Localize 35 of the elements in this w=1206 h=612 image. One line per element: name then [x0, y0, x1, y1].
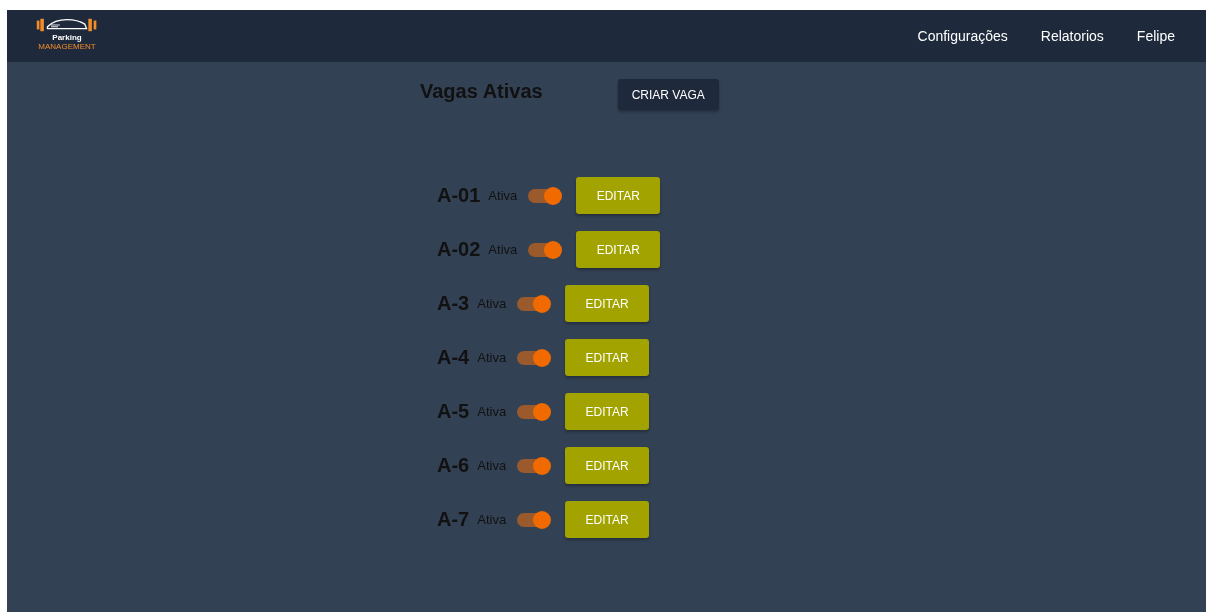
toggle-switch[interactable]	[517, 350, 550, 365]
status-label: Ativa	[477, 404, 507, 419]
toggle-switch[interactable]	[528, 188, 561, 203]
toggle-switch[interactable]	[528, 242, 561, 257]
spot-name: A-5	[437, 400, 470, 423]
spot-name: A-01	[437, 184, 481, 207]
edit-button[interactable]: EDITAR	[565, 285, 650, 322]
create-button[interactable]: CRIAR VAGA	[617, 79, 719, 110]
spot-name: A-4	[437, 346, 470, 369]
status-label: Ativa	[488, 188, 518, 203]
edit-button[interactable]: EDITAR	[565, 447, 650, 484]
edit-button[interactable]: EDITAR	[565, 501, 650, 538]
edit-button[interactable]: EDITAR	[565, 393, 650, 430]
spot-name: A-7	[437, 508, 470, 531]
status-label: Ativa	[477, 350, 507, 365]
toggle-switch[interactable]	[517, 512, 550, 527]
spot-name: A-02	[437, 238, 481, 261]
edit-button[interactable]: EDITAR	[565, 339, 650, 376]
edit-button[interactable]: EDITAR	[576, 177, 661, 214]
status-label: Ativa	[477, 458, 507, 473]
status-label: Ativa	[477, 512, 507, 527]
status-label: Ativa	[488, 242, 518, 257]
page-title: Vagas Ativas	[420, 80, 543, 103]
toggle-switch[interactable]	[517, 404, 550, 419]
logo-text: Parking	[52, 33, 82, 42]
toggle-switch[interactable]	[517, 296, 550, 311]
nav-link[interactable]: Configurações	[917, 28, 1008, 44]
edit-button[interactable]: EDITAR	[576, 231, 661, 268]
spot-name: A-6	[437, 454, 470, 477]
toggle-switch[interactable]	[517, 458, 550, 473]
nav-link[interactable]: Relatorios	[1040, 28, 1104, 44]
nav-link[interactable]: Felipe	[1136, 28, 1175, 44]
logo-subtext: MANAGEMENT	[38, 42, 96, 51]
spot-name: A-3	[437, 292, 470, 315]
status-label: Ativa	[477, 296, 507, 311]
